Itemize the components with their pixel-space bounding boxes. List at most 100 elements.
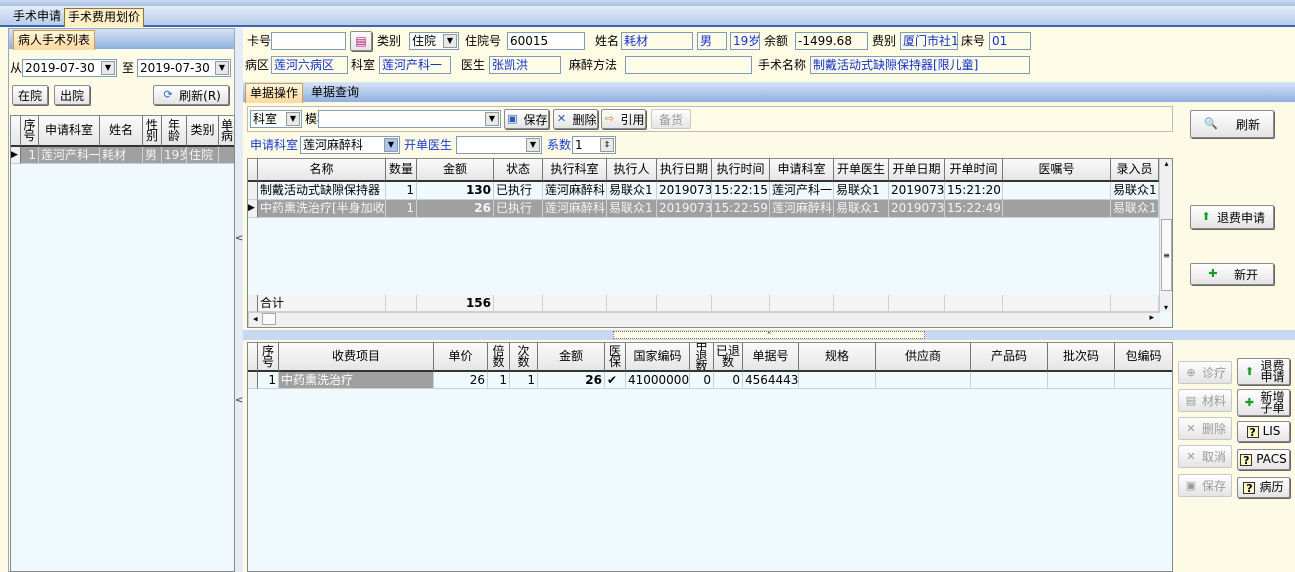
delete-template-button[interactable]: ✕ 删除 [553,109,598,129]
from-date-input[interactable]: 2019-07-30 ▼ [22,59,117,77]
cancel-button[interactable]: ✕ 取消 [1178,445,1232,468]
column-header[interactable]: 金额 [538,343,605,372]
column-header[interactable]: 申请科室 [770,159,834,182]
column-header[interactable]: 执行时间 [712,159,770,182]
anesthesia-field[interactable] [625,56,752,74]
bed-label: 床号 [961,34,986,48]
chevron-down-icon[interactable]: ▼ [215,61,229,75]
table-row[interactable]: 制戴活动式缺隙保持器1130已执行莲河麻醉科易联众12019073015:22:… [248,182,1159,200]
column-header[interactable]: 已退 数 [714,343,743,372]
column-header[interactable]: 次 数 [510,343,538,372]
table-cell: 45644436 [743,372,799,389]
column-header[interactable]: 开单时间 [945,159,1003,182]
column-header[interactable]: 执行日期 [657,159,712,182]
tab-patient-surgery-list[interactable]: 病人手术列表 [13,30,96,50]
row-indicator[interactable] [248,182,258,200]
new-sub-button[interactable]: ✚ 新增 子单 [1237,389,1290,416]
column-header[interactable]: 规格 [799,343,876,372]
inpatient-no-input[interactable]: 60015 [507,32,585,50]
refresh-list-button[interactable]: ⟳ 刷新(R) [153,85,229,105]
column-header[interactable]: 产品码 [971,343,1048,372]
delete-button[interactable]: ✕ 删除 [1178,417,1232,440]
column-header[interactable]: 单据号 [743,343,799,372]
column-header[interactable]: 开单日期 [889,159,945,182]
column-header[interactable]: 金额 [417,159,494,182]
chevron-down-icon[interactable]: ▼ [526,138,540,152]
column-header[interactable]: 名称 [258,159,386,182]
column-header[interactable]: 供应商 [876,343,971,372]
column-header[interactable]: 数量 [386,159,417,182]
column-header[interactable]: 类别 [187,116,219,147]
column-header[interactable]: 国家编码 [626,343,690,372]
discharged-button[interactable]: 出院 [54,85,90,105]
chevron-down-icon[interactable]: ▼ [101,61,115,75]
refund-request-button[interactable]: ⬆ 退费申请 [1190,205,1274,229]
table-cell [876,372,971,389]
column-header[interactable]: 单价 [434,343,488,372]
column-header[interactable]: 年 龄 [162,116,187,147]
tab-document-operation[interactable]: 单据操作 [245,83,304,103]
req-dept-select[interactable]: 莲河麻醉科 ▼ [300,136,400,154]
tab-surgery-fee-pricing[interactable]: 手术费用划价 [64,8,145,27]
tab-document-query[interactable]: 单据查询 [307,83,363,103]
inpatient-button[interactable]: 在院 [12,85,48,105]
column-header[interactable]: 医嘱号 [1003,159,1111,182]
stepper-arrows-icon[interactable]: ⇕ [600,138,614,152]
table-row[interactable]: 1中药熏洗治疗261126✔4100000060045644436 [248,372,1172,389]
chevron-down-icon[interactable]: ▼ [384,138,398,152]
order-doctor-select[interactable]: ▼ [456,136,542,154]
column-header[interactable]: 开单医生 [834,159,889,182]
type-select[interactable]: 住院 ▼ [409,32,459,50]
quote-button[interactable]: ⇨ 引用 [601,109,646,129]
row-indicator[interactable]: ▶ [11,147,21,164]
header-corner [11,116,21,147]
splitter-handle[interactable]: ⌃ [613,331,925,339]
column-header[interactable]: 批次码 [1048,343,1115,372]
column-header[interactable]: 序 号 [21,116,39,147]
treatment-button[interactable]: ⊕ 诊疗 [1178,361,1232,384]
horizontal-splitter[interactable]: ⌃ [243,330,1295,340]
column-header[interactable]: 序 号 [258,343,279,372]
column-header[interactable]: 收费项目 [279,343,434,372]
column-header[interactable]: 执行人 [607,159,657,182]
column-header[interactable]: 倍 数 [488,343,510,372]
chevron-down-icon[interactable]: ▼ [443,34,457,48]
column-header[interactable]: 录入员 [1111,159,1159,182]
material-button[interactable]: ▤ 材料 [1178,389,1232,412]
vertical-scrollbar[interactable]: ▴ ≡ ▾ [1159,159,1172,312]
column-header[interactable]: 执行科室 [543,159,607,182]
column-header[interactable]: 医 保 [605,343,626,372]
column-header[interactable]: 申请科室 [39,116,100,147]
scope-select[interactable]: 科室 ▼ [250,110,302,128]
row-indicator[interactable] [248,372,258,389]
tab-surgery-request[interactable]: 手术申请 [10,8,64,27]
column-header[interactable]: 姓名 [100,116,143,147]
refund-request-button[interactable]: ⬆ 退费 申请 [1237,358,1290,385]
save-button[interactable]: ▣ 保存 [1178,474,1232,497]
table-row[interactable]: ▶1莲河产科一耗材男19岁住院 [11,147,234,164]
new-button[interactable]: ✚ 新开 [1190,263,1274,285]
table-row[interactable]: ▶中药熏洗治疗[半身加收]126已执行莲河麻醉科易联众12019073015:2… [248,200,1159,218]
pacs-button[interactable]: ? PACS [1237,449,1290,470]
column-header[interactable]: 申退 数 [690,343,714,372]
column-header[interactable]: 性 别 [143,116,162,147]
row-indicator[interactable]: ▶ [248,200,258,218]
card-input[interactable] [271,32,346,50]
refresh-button[interactable]: 🔍 刷新 [1190,110,1274,138]
card-reader-button[interactable]: ▤ [350,31,372,51]
vertical-splitter[interactable]: < < [235,28,243,572]
record-button[interactable]: ? 病历 [1237,477,1290,498]
chevron-down-icon[interactable]: ▼ [286,112,300,126]
lis-button[interactable]: ? LIS [1237,421,1290,442]
to-date-input[interactable]: 2019-07-30 ▼ [137,59,231,77]
stock-button[interactable]: 备货 [651,109,691,129]
horizontal-scrollbar[interactable]: ◂ ▸ [248,312,1160,327]
column-header[interactable]: 包编码 [1115,343,1172,372]
chevron-down-icon[interactable]: ▼ [485,112,499,126]
template-select[interactable]: ▼ [318,110,501,128]
save-template-button[interactable]: ▣ 保存 [504,109,549,129]
column-header[interactable]: 单 病 [219,116,234,147]
column-header[interactable]: 状态 [494,159,543,182]
sex-field: 男 [697,32,727,50]
coef-stepper[interactable]: 1 ⇕ [572,136,616,154]
